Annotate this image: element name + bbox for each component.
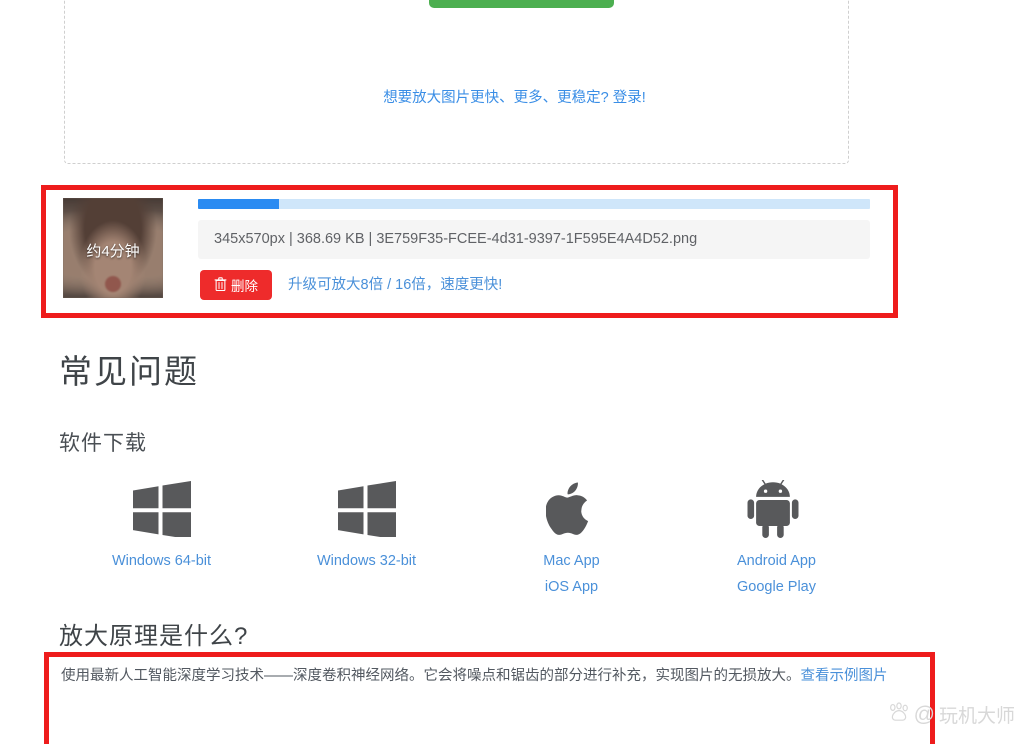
uploaded-file-card: 约4分钟 345x570px | 368.69 KB | 3E759F35-FC… [50, 194, 890, 310]
download-link-windows-32[interactable]: Windows 32-bit [317, 553, 416, 569]
apple-icon [545, 478, 598, 540]
principle-answer-text: 使用最新人工智能深度学习技术——深度卷积神经网络。它会将噪点和锯齿的部分进行补充… [61, 662, 891, 690]
upload-dropzone[interactable]: 选择图片 [64, 0, 849, 164]
download-link-google-play[interactable]: Google Play [737, 579, 816, 595]
windows-icon [131, 478, 193, 540]
file-info-text: 345x570px | 368.69 KB | 3E759F35-FCEE-4d… [198, 220, 870, 259]
download-links-grid: Windows 64-bit Windows 32-bit Mac App iO… [59, 478, 939, 595]
download-link-ios-app[interactable]: iOS App [545, 579, 598, 595]
software-download-heading: 软件下载 [59, 432, 147, 455]
upgrade-promo-link[interactable]: 升级可放大8倍 / 16倍，速度更快! [288, 270, 502, 300]
delete-file-label: 删除 [231, 279, 258, 294]
delete-file-button[interactable]: 删除 [200, 270, 272, 300]
android-icon [747, 478, 807, 540]
principle-answer-body: 使用最新人工智能深度学习技术——深度卷积神经网络。它会将噪点和锯齿的部分进行补充… [61, 668, 801, 684]
faq-heading: 常见问题 [59, 353, 199, 390]
watermark: @ 玩机大师 [888, 701, 1015, 728]
download-item-windows-32: Windows 32-bit [264, 478, 469, 595]
trash-icon [214, 276, 227, 294]
windows-icon [336, 478, 398, 540]
upload-progress-bar [198, 199, 870, 209]
login-hint-link[interactable]: 想要放大图片更快、更多、更稳定? 登录! [0, 86, 1029, 107]
download-link-windows-64[interactable]: Windows 64-bit [112, 553, 211, 569]
download-item-android: Android App Google Play [674, 478, 879, 595]
principle-question-heading: 放大原理是什么? [59, 623, 249, 650]
download-item-windows-64: Windows 64-bit [59, 478, 264, 595]
upload-progress-fill [198, 199, 279, 209]
watermark-text: 玩机大师 [938, 706, 1015, 727]
watermark-at-symbol: @ [913, 702, 935, 726]
download-link-mac-app[interactable]: Mac App [543, 553, 599, 569]
page-root: 选择图片 想要放大图片更快、更多、更稳定? 登录! 约4分钟 345x570px… [0, 0, 1029, 744]
select-image-button[interactable]: 选择图片 [429, 0, 614, 8]
file-thumbnail[interactable]: 约4分钟 [63, 198, 163, 298]
download-link-android-app[interactable]: Android App [737, 553, 816, 569]
plus-circle-icon [454, 0, 477, 11]
baidu-paw-icon [888, 701, 910, 728]
principle-example-link[interactable]: 查看示例图片 [801, 668, 888, 684]
estimated-time-label: 约4分钟 [86, 243, 140, 260]
download-item-mac: Mac App iOS App [469, 478, 674, 595]
